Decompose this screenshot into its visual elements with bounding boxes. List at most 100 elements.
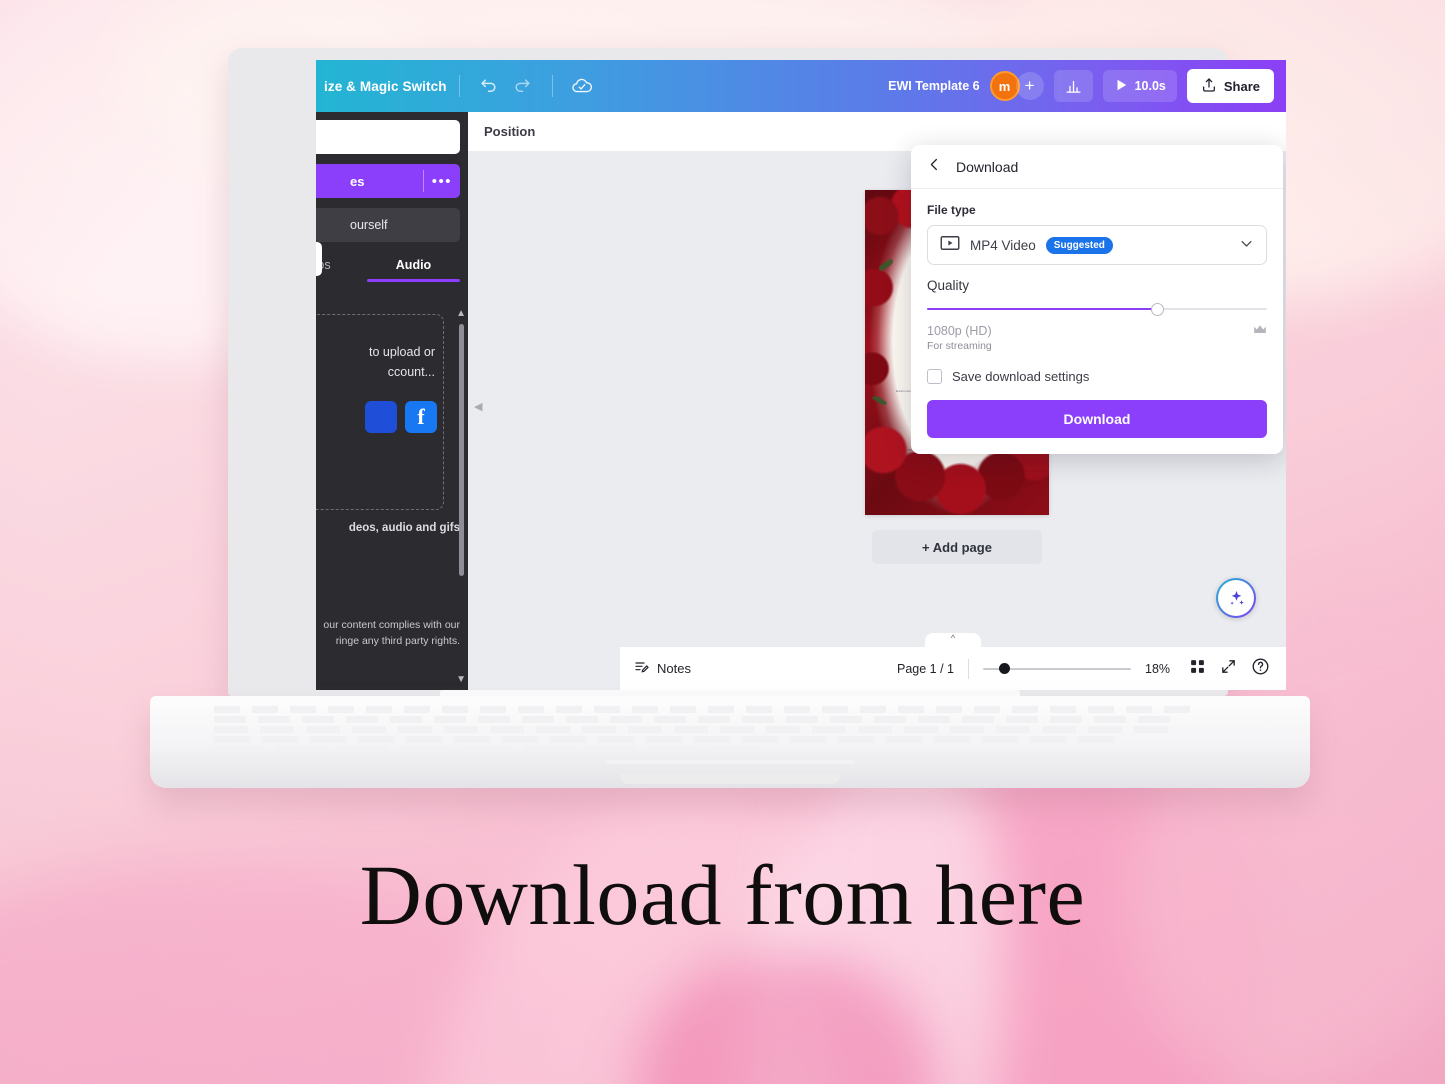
keyboard-key — [694, 736, 730, 743]
keyboard-key — [1050, 716, 1082, 723]
help-icon[interactable] — [1251, 657, 1270, 681]
quality-value: 1080p (HD) — [927, 324, 992, 338]
canvas-scroll-left-icon[interactable]: ◀ — [474, 400, 482, 413]
back-icon[interactable] — [927, 157, 942, 177]
keyboard-key — [904, 726, 938, 733]
keyboard-key — [996, 726, 1030, 733]
notes-label: Notes — [657, 661, 691, 676]
keyboard-key — [454, 736, 490, 743]
sidebar-scrollbar[interactable] — [459, 324, 464, 576]
keyboard-key — [338, 746, 388, 753]
resize-magic-switch-button[interactable]: ize & Magic Switch — [316, 79, 447, 94]
more-options-icon[interactable]: ••• — [432, 164, 452, 198]
add-collaborator-button[interactable]: + — [1015, 72, 1044, 100]
keyboard-key — [648, 746, 698, 753]
notes-icon — [634, 659, 650, 678]
upload-dropzone[interactable]: to upload or ccount... f — [316, 314, 444, 510]
download-button[interactable]: Download — [927, 400, 1267, 438]
chevron-down-icon[interactable] — [1239, 236, 1254, 254]
app-toolbar: ize & Magic Switch EWI Template 6 m + 10… — [316, 60, 1286, 112]
upload-text-line2: ccount... — [387, 365, 435, 379]
save-settings-checkbox[interactable] — [927, 369, 942, 384]
insights-button[interactable] — [1053, 70, 1093, 102]
keyboard-key — [434, 716, 466, 723]
keyboard-key — [1078, 736, 1114, 743]
keyboard-key — [258, 716, 290, 723]
play-preview-button[interactable]: 10.0s — [1102, 70, 1177, 102]
cloud-saved-icon[interactable] — [565, 69, 599, 103]
zoom-slider[interactable] — [983, 661, 1131, 677]
keyboard-key — [874, 716, 906, 723]
play-icon — [1114, 78, 1128, 95]
scroll-up-icon[interactable]: ▲ — [456, 308, 466, 319]
upload-text-line1: to upload or — [368, 345, 435, 359]
page-indicator[interactable]: Page 1 / 1 — [897, 662, 954, 676]
tab-audio[interactable]: Audio — [367, 258, 460, 291]
keyboard-key — [276, 746, 326, 753]
keyboard-key — [1050, 706, 1076, 713]
keyboard-key — [628, 726, 662, 733]
bottom-right-controls: Page 1 / 1 18% — [897, 657, 1286, 681]
keyboard-key — [822, 706, 848, 713]
legal-line1: our content complies with our — [323, 619, 460, 631]
facebook-icon[interactable]: f — [405, 401, 437, 433]
keyboard-key — [586, 746, 636, 753]
sidebar-primary-button[interactable]: es ••• — [316, 164, 460, 198]
quality-subtext: For streaming — [927, 340, 992, 352]
fullscreen-icon[interactable] — [1220, 658, 1237, 680]
document-title[interactable]: EWI Template 6 — [888, 79, 979, 93]
keyboard-key — [306, 726, 340, 733]
timeline-collapse-button[interactable]: ^ — [925, 633, 981, 648]
download-panel-title: Download — [956, 158, 1019, 175]
keyboard-key — [214, 716, 246, 723]
keyboard-key — [742, 736, 778, 743]
google-drive-icon[interactable] — [365, 401, 397, 433]
quality-slider[interactable] — [927, 301, 1267, 317]
keyboard-key — [480, 706, 506, 713]
scroll-down-icon[interactable]: ▼ — [456, 674, 466, 685]
quality-slider-handle[interactable] — [1151, 302, 1165, 316]
redo-icon[interactable] — [506, 69, 540, 103]
download-panel-body: File type MP4 Video Suggested Quality 10… — [911, 189, 1283, 454]
position-button[interactable]: Position — [484, 124, 535, 139]
left-sidebar: es ••• ourself eos Audio — [316, 112, 468, 690]
keyboard-key — [478, 716, 510, 723]
legal-notice: our content complies with our ringe any … — [316, 617, 468, 650]
toolbar-divider — [551, 75, 553, 97]
duration-label: 10.0s — [1134, 79, 1166, 93]
keyboard-key — [670, 706, 696, 713]
keyboard-key — [346, 716, 378, 723]
sidebar-primary-label: es — [350, 173, 365, 189]
keyboard-key — [290, 706, 316, 713]
keyboard-key — [766, 726, 800, 733]
magic-sparkle-icon[interactable] — [1216, 578, 1256, 618]
download-panel-header: Download — [911, 145, 1283, 189]
zoom-slider-handle[interactable] — [999, 663, 1010, 674]
file-type-label: File type — [927, 203, 976, 217]
search-input[interactable] — [316, 120, 460, 154]
keyboard-key — [390, 716, 422, 723]
keyboard-key — [790, 736, 826, 743]
notes-button[interactable]: Notes — [620, 659, 691, 678]
keyboard-key — [962, 716, 994, 723]
keyboard-key — [860, 706, 886, 713]
zoom-level-label[interactable]: 18% — [1145, 662, 1175, 676]
keyboard-key — [654, 716, 686, 723]
save-settings-row[interactable]: Save download settings — [927, 369, 1267, 384]
sidebar-item-upload-yourself[interactable]: ourself — [316, 208, 460, 242]
keyboard-key — [302, 716, 334, 723]
keyboard-key — [936, 706, 962, 713]
tab-audio-label: Audio — [395, 258, 432, 272]
undo-icon[interactable] — [472, 69, 506, 103]
laptop-trackpad — [605, 760, 855, 764]
add-page-button[interactable]: + Add page — [872, 530, 1042, 564]
file-type-select[interactable]: MP4 Video Suggested — [927, 225, 1267, 265]
keyboard-key — [786, 716, 818, 723]
quality-value-row: 1080p (HD) — [927, 324, 1267, 338]
keyboard-key — [262, 736, 298, 743]
keyboard-key — [214, 736, 250, 743]
save-settings-label: Save download settings — [952, 369, 1090, 384]
share-button[interactable]: Share — [1186, 69, 1274, 103]
grid-view-icon[interactable] — [1189, 658, 1206, 680]
tab-videos[interactable]: eos — [316, 258, 367, 291]
